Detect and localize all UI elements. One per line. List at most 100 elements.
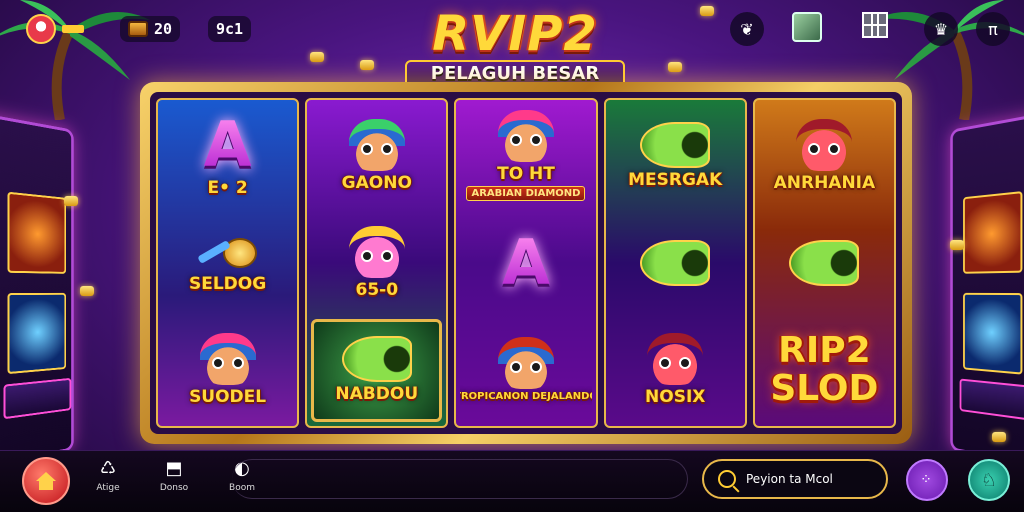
profile-icon: ♘ bbox=[980, 469, 998, 491]
reel-column: GAONO 65-0 NABDOU bbox=[305, 98, 449, 428]
reel-symbol[interactable]: A E• 2 bbox=[162, 104, 293, 207]
cabinet-screen bbox=[963, 292, 1023, 375]
box-icon bbox=[792, 12, 822, 42]
symbol-label: SELDOG bbox=[188, 273, 267, 294]
nav-item-donso[interactable]: ⬒ Donso bbox=[146, 459, 202, 507]
reel-symbol[interactable]: NABDOU bbox=[311, 318, 443, 422]
symbol-label: NOSIX bbox=[645, 387, 706, 408]
reel-symbol[interactable]: NOSIX bbox=[610, 319, 741, 422]
reel-column: TO HT ARABIAN DIAMOND A TROPICANON DEJALAND… bbox=[454, 98, 598, 428]
character-face-icon bbox=[348, 225, 405, 278]
search-button[interactable]: Peyion ta Mcol bbox=[702, 459, 888, 499]
inventory-button[interactable] bbox=[792, 12, 822, 42]
reel-symbol[interactable]: MESRGAK bbox=[610, 104, 741, 207]
coin-decoration bbox=[992, 432, 1006, 442]
dots-icon: ⁘ bbox=[920, 472, 934, 488]
character-face-icon bbox=[497, 110, 554, 163]
reel-symbol[interactable]: SUODEL bbox=[162, 319, 293, 422]
reel-symbol[interactable] bbox=[610, 211, 741, 314]
coin-counter: 20 bbox=[120, 14, 181, 44]
reel-symbol[interactable]: RIP2 SLOD bbox=[759, 319, 890, 422]
symbol-label: E• 2 bbox=[207, 177, 248, 198]
symbol-plate: ARABIAN DIAMOND bbox=[466, 186, 586, 202]
horn-symbol-icon bbox=[789, 239, 860, 286]
mascot-icon bbox=[26, 14, 56, 44]
character-face-icon bbox=[348, 118, 405, 171]
coin-decoration bbox=[80, 286, 94, 296]
arcade-cabinet-decoration bbox=[0, 108, 74, 472]
title-main: RVIP2 bbox=[432, 6, 598, 62]
level-value: 9c1 bbox=[216, 20, 244, 38]
coin-decoration bbox=[700, 6, 714, 16]
nav-item-atige[interactable]: ♺ Atige bbox=[80, 459, 136, 507]
mascot-logo[interactable] bbox=[26, 14, 84, 44]
cabinet-screen bbox=[7, 191, 67, 274]
reels-grid: A E• 2 SELDOG SUODEL GAONO 65-0 NABDOU TO HT ARA… bbox=[150, 92, 902, 434]
coin-count: 20 bbox=[154, 20, 173, 38]
coin-decoration bbox=[950, 240, 964, 250]
leaf-icon: ❦ bbox=[740, 19, 754, 39]
coin-decoration bbox=[310, 52, 324, 62]
level-indicator: 9c1 bbox=[208, 14, 252, 44]
nav-label: Donso bbox=[159, 483, 189, 493]
bar-divider bbox=[232, 459, 688, 499]
reel-symbol[interactable]: 65-0 bbox=[311, 211, 442, 314]
cabinet-panel bbox=[3, 377, 72, 420]
character-face-icon bbox=[199, 333, 256, 386]
chest-icon bbox=[128, 21, 148, 37]
reel-column: ANRHANIA RIP2 SLOD bbox=[752, 98, 896, 428]
reel-frame: A E• 2 SELDOG SUODEL GAONO 65-0 NABDOU TO HT ARA… bbox=[140, 82, 912, 444]
coin-decoration bbox=[668, 62, 682, 72]
horn-symbol-icon bbox=[640, 239, 711, 286]
symbol-label: SUODEL bbox=[189, 387, 267, 408]
character-face-icon bbox=[647, 333, 704, 386]
arcade-cabinet-decoration bbox=[950, 108, 1024, 472]
symbol-label: 65-0 bbox=[355, 279, 399, 300]
symbol-label: GAONO bbox=[341, 172, 412, 193]
home-button[interactable] bbox=[22, 457, 70, 505]
help-button[interactable]: π bbox=[976, 12, 1010, 46]
symbol-label: TO HT bbox=[497, 164, 555, 185]
symbol-label: RIP2 SLOD bbox=[770, 330, 879, 410]
reel-symbol[interactable]: TROPICANON DEJALANDO bbox=[460, 319, 592, 422]
reel-symbol[interactable]: A bbox=[460, 211, 591, 314]
home-icon bbox=[36, 472, 56, 490]
trash-icon: ⬒ bbox=[165, 458, 183, 479]
reel-symbol[interactable]: ANRHANIA bbox=[759, 104, 890, 207]
menu-button[interactable]: ⁘ bbox=[906, 459, 948, 501]
symbol-label: TROPICANON DEJALANDO bbox=[460, 391, 592, 403]
store-button[interactable] bbox=[862, 12, 888, 38]
settings-button[interactable]: ❦ bbox=[730, 12, 764, 46]
character-face-icon bbox=[497, 337, 554, 390]
key-icon bbox=[62, 25, 84, 33]
coin-decoration bbox=[64, 196, 78, 206]
search-icon bbox=[718, 470, 736, 488]
profile-button[interactable]: ♘ bbox=[968, 459, 1010, 501]
coin-decoration bbox=[360, 60, 374, 70]
pi-icon: π bbox=[988, 19, 998, 39]
letter-symbol-icon: A bbox=[203, 107, 252, 181]
trophy-icon: ♛ bbox=[933, 19, 949, 39]
character-face-icon bbox=[796, 118, 853, 171]
cabinet-screen bbox=[7, 292, 67, 375]
reel-symbol[interactable] bbox=[759, 211, 890, 314]
letter-symbol-icon: A bbox=[502, 225, 550, 299]
nav-label: Atige bbox=[96, 483, 120, 493]
achievements-button[interactable]: ♛ bbox=[924, 12, 958, 46]
cabinet-screen bbox=[963, 191, 1023, 274]
reel-symbol[interactable]: GAONO bbox=[311, 104, 442, 207]
cabinet-panel bbox=[959, 378, 1024, 421]
reel-symbol[interactable]: SELDOG bbox=[162, 211, 293, 314]
horn-symbol-icon bbox=[341, 336, 412, 383]
symbol-label: MESRGAK bbox=[628, 169, 723, 190]
bottom-bar: ♺ Atige ⬒ Donso ◐ Boom Peyion ta Mcol ⁘ … bbox=[0, 450, 1024, 512]
reel-column: MESRGAK NOSIX bbox=[603, 98, 747, 428]
symbol-label: NABDOU bbox=[335, 384, 419, 405]
store-icon bbox=[862, 12, 888, 38]
refresh-icon: ♺ bbox=[99, 458, 117, 479]
horn-symbol-icon bbox=[640, 121, 711, 168]
reel-symbol[interactable]: TO HT ARABIAN DIAMOND bbox=[460, 104, 591, 207]
reel-column: A E• 2 SELDOG SUODEL bbox=[156, 98, 300, 428]
search-label: Peyion ta Mcol bbox=[746, 472, 833, 486]
symbol-label: ANRHANIA bbox=[773, 172, 876, 193]
